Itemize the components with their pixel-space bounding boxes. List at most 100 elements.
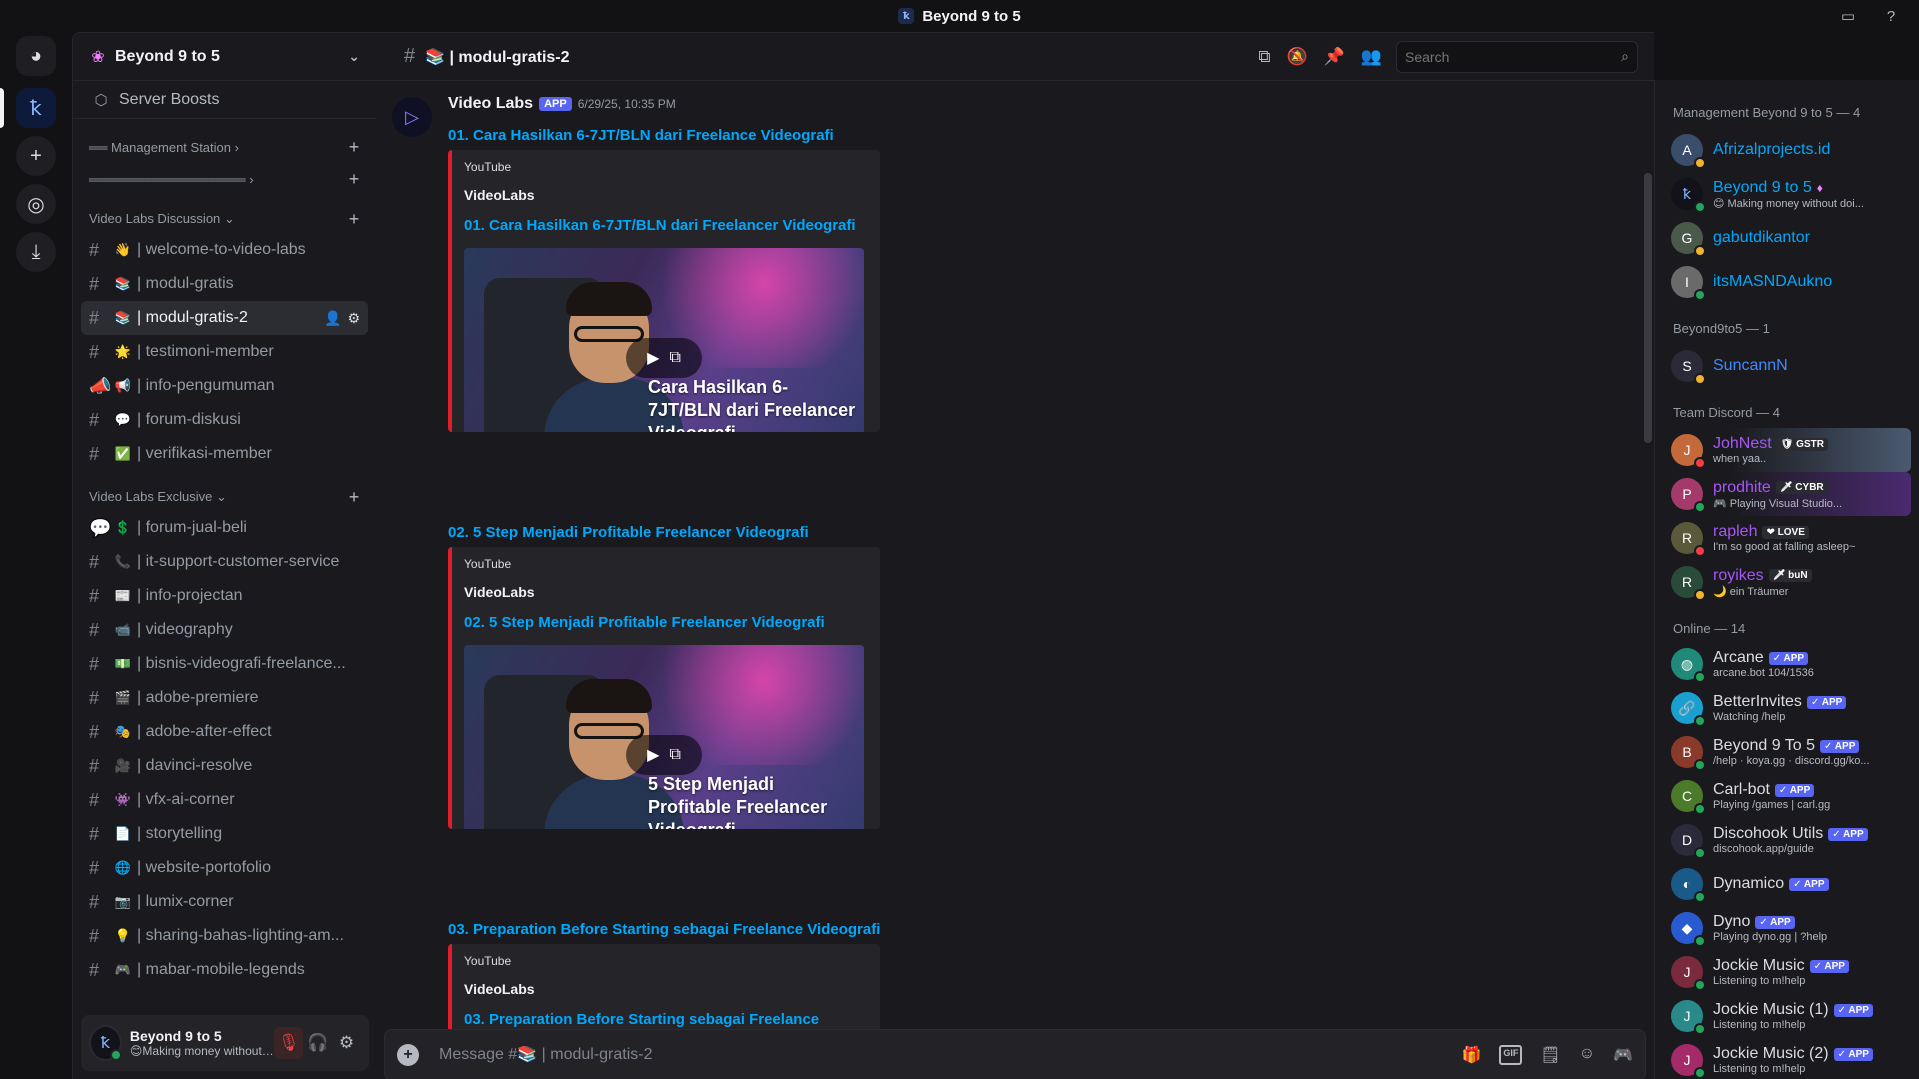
emoji-icon[interactable]: ☺ — [1579, 1045, 1595, 1065]
server-header[interactable]: ❀ Beyond 9 to 5 ⌄ — [73, 33, 376, 81]
mute-mic-icon[interactable]: 🎙 — [274, 1027, 304, 1059]
gear-icon[interactable]: ⚙ — [347, 310, 360, 327]
channel-adobe-premiere[interactable]: # 🎬 | adobe-premiere — [81, 681, 368, 715]
sticker-icon[interactable]: 🗒 — [1540, 1045, 1560, 1065]
apps-controller-icon[interactable]: 🎮 — [1613, 1045, 1633, 1065]
member-item[interactable]: 🔗 BetterInvites ✓ APP Watching /help — [1655, 686, 1911, 730]
message-link[interactable]: 01. Cara Hasilkan 6-7JT/BLN dari Freelan… — [448, 127, 834, 144]
member-item[interactable]: J Jockie Music (2) ✓ APP Listening to m!hel… — [1655, 1038, 1911, 1079]
play-button[interactable]: ▶ ⧉ — [626, 735, 702, 775]
discord-home-icon[interactable]: ◕ — [16, 36, 56, 76]
add-attachment-icon[interactable]: + — [397, 1044, 419, 1066]
embed-title[interactable]: 02. 5 Step Menjadi Profitable Freelancer… — [464, 614, 868, 631]
video-thumbnail[interactable]: ▶ ⧉ Cara Hasilkan 6-7JT/BLN dari Freelanc… — [464, 248, 864, 432]
search-box[interactable]: ⌕ — [1396, 40, 1638, 73]
channel-lumix-corner[interactable]: # 📷 | lumix-corner — [81, 885, 368, 919]
add-channel-icon[interactable]: + — [344, 487, 364, 508]
open-external-icon[interactable]: ⧉ — [669, 349, 680, 367]
channel-info-pengumuman[interactable]: 📣 📢 | info-pengumuman — [81, 369, 368, 403]
member-item[interactable]: D Discohook Utils ✓ APP discohook.app/guide — [1655, 818, 1911, 862]
member-item[interactable]: ◍ Arcane ✓ APP arcane.bot 104/1536 — [1655, 642, 1911, 686]
channel-videography[interactable]: # 📹 | videography — [81, 613, 368, 647]
add-channel-icon[interactable]: + — [344, 137, 364, 158]
member-item[interactable]: ◆ Dyno ✓ APP Playing dyno.gg | ?help — [1655, 906, 1911, 950]
user-settings-gear-icon[interactable]: ⚙ — [332, 1027, 361, 1059]
member-item[interactable]: J Jockie Music ✓ APP Listening to m!help — [1655, 950, 1911, 994]
member-item[interactable]: Rroyikes 🗡 buN 🌙 ein Träumer — [1655, 560, 1911, 604]
member-item[interactable]: S SuncannN — [1655, 344, 1911, 388]
headphones-icon[interactable]: 🎧 — [303, 1027, 332, 1059]
channel-it-support[interactable]: # 📞 | it-support-customer-service — [81, 545, 368, 579]
embed-provider[interactable]: YouTube — [464, 160, 868, 174]
channel-storytelling[interactable]: # 📄 | storytelling — [81, 817, 368, 851]
help-icon[interactable]: ? — [1881, 6, 1901, 26]
member-item[interactable]: J JohNest 🛡 GSTR when yaa.. — [1655, 428, 1911, 472]
add-channel-icon[interactable]: + — [344, 209, 364, 230]
channel-testimoni-member[interactable]: # 🌟 | testimoni-member — [81, 335, 368, 369]
avatar[interactable]: ▷ — [392, 97, 432, 137]
member-item[interactable]: Pprodhite 🗡 CYBR 🎮 Playing Visual Studio..… — [1655, 472, 1911, 516]
channel-vfx-ai-corner[interactable]: # 👾 | vfx-ai-corner — [81, 783, 368, 817]
category-video-labs-discussion[interactable]: Video Labs Discussion ⌄ + — [73, 207, 376, 231]
inbox-icon[interactable]: ▭ — [1838, 6, 1858, 26]
member-item[interactable]: A Afrizalprojects.id — [1655, 128, 1911, 172]
chevron-down-icon[interactable]: ⌄ — [348, 48, 360, 65]
channel-bisnis-videografi[interactable]: # 💵 | bisnis-videografi-freelance... — [81, 647, 368, 681]
add-channel-icon[interactable]: + — [344, 169, 364, 190]
video-thumbnail[interactable]: ▶ ⧉ 5 Step Menjadi Profitable Freelancer … — [464, 645, 864, 829]
open-external-icon[interactable]: ⧉ — [669, 746, 680, 764]
member-item[interactable]: IitsMASNDAukno — [1655, 260, 1911, 304]
channel-modul-gratis-2[interactable]: # 📚 | modul-gratis-2 👤 ⚙ — [81, 301, 368, 335]
server-beyond-9-to-5-icon[interactable]: ꝁ — [16, 88, 56, 128]
embed-author[interactable]: VideoLabs — [464, 981, 868, 997]
notification-bell-muted-icon[interactable]: 🔕 — [1286, 47, 1307, 67]
channel-info-projectan[interactable]: # 📰 | info-projectan — [81, 579, 368, 613]
discover-icon[interactable]: ◎ — [16, 184, 56, 224]
server-boosts[interactable]: ⬡ Server Boosts — [73, 81, 376, 119]
embed-provider[interactable]: YouTube — [464, 557, 868, 571]
embed-provider[interactable]: YouTube — [464, 954, 868, 968]
message-link[interactable]: 02. 5 Step Menjadi Profitable Freelancer… — [448, 524, 809, 541]
avatar[interactable]: ꝁ — [89, 1025, 122, 1061]
channel-verifikasi-member[interactable]: # ✅ | verifikasi-member — [81, 437, 368, 471]
channel-forum-jual-beli[interactable]: 💬 💲 | forum-jual-beli — [81, 511, 368, 545]
server-boosts-label: Server Boosts — [119, 90, 220, 108]
channel-forum-diskusi[interactable]: # 💬 | forum-diskusi — [81, 403, 368, 437]
gif-icon[interactable]: GIF — [1499, 1045, 1523, 1065]
play-button[interactable]: ▶ ⧉ — [626, 338, 702, 378]
message-input[interactable] — [439, 1046, 1462, 1064]
category-divider[interactable]: ═════════════════ › + — [73, 167, 376, 191]
pin-icon[interactable]: 📌 — [1324, 47, 1345, 67]
category-video-labs-exclusive[interactable]: Video Labs Exclusive ⌄ + — [73, 485, 376, 509]
channel-adobe-after-effect[interactable]: # 🎭 | adobe-after-effect — [81, 715, 368, 749]
embed-title[interactable]: 03. Preparation Before Starting sebagai … — [464, 1011, 868, 1029]
channel-modul-gratis[interactable]: # 📚 | modul-gratis — [81, 267, 368, 301]
embed-author[interactable]: VideoLabs — [464, 584, 868, 600]
search-input[interactable] — [1405, 48, 1622, 65]
member-item[interactable]: C Carl-bot ✓ APP Playing /games | carl.gg — [1655, 774, 1911, 818]
member-item[interactable]: J Jockie Music (1) ✓ APP Listening to m!hel… — [1655, 994, 1911, 1038]
member-item[interactable]: B Beyond 9 To 5 ✓ APP/help · koya.gg · dis… — [1655, 730, 1911, 774]
threads-icon[interactable]: ⧉ — [1258, 47, 1270, 67]
member-item[interactable]: ꝁ Beyond 9 to 5 ♦ 😊 Making money without do… — [1655, 172, 1911, 216]
user-info[interactable]: Beyond 9 to 5 😊Making money without doin… — [130, 1028, 274, 1058]
invite-icon[interactable]: 👤 — [324, 310, 341, 327]
download-icon[interactable]: ⤓ — [16, 232, 56, 272]
channel-website-portofolio[interactable]: # 🌐 | website-portofolio — [81, 851, 368, 885]
gift-icon[interactable]: 🎁 — [1462, 1045, 1482, 1065]
channel-davinci-resolve[interactable]: # 🎥 | davinci-resolve — [81, 749, 368, 783]
add-server-icon[interactable]: + — [16, 136, 56, 176]
member-item[interactable]: Rrapleh ❤ LOVE I'm so good at falling asle… — [1655, 516, 1911, 560]
scrollbar-thumb[interactable] — [1644, 173, 1652, 443]
embed-author[interactable]: VideoLabs — [464, 187, 868, 203]
category-management-station[interactable]: ══ Management Station › + — [73, 135, 376, 159]
member-item[interactable]: Ggabutdikantor — [1655, 216, 1911, 260]
member-item[interactable]: ◐ Dynamico ✓ APP — [1655, 862, 1911, 906]
message-author[interactable]: Video Labs — [448, 95, 533, 113]
channel-sharing-bahas-lighting[interactable]: # 💡 | sharing-bahas-lighting-am... — [81, 919, 368, 953]
channel-welcome-to-video-labs[interactable]: # 👋 | welcome-to-video-labs — [81, 233, 368, 267]
member-list-icon[interactable]: 👥 — [1361, 47, 1382, 67]
message-link[interactable]: 03. Preparation Before Starting sebagai … — [448, 921, 880, 938]
embed-title[interactable]: 01. Cara Hasilkan 6-7JT/BLN dari Freelan… — [464, 217, 868, 234]
channel-mabar-mobile-legends[interactable]: # 🎮 | mabar-mobile-legends — [81, 953, 368, 987]
